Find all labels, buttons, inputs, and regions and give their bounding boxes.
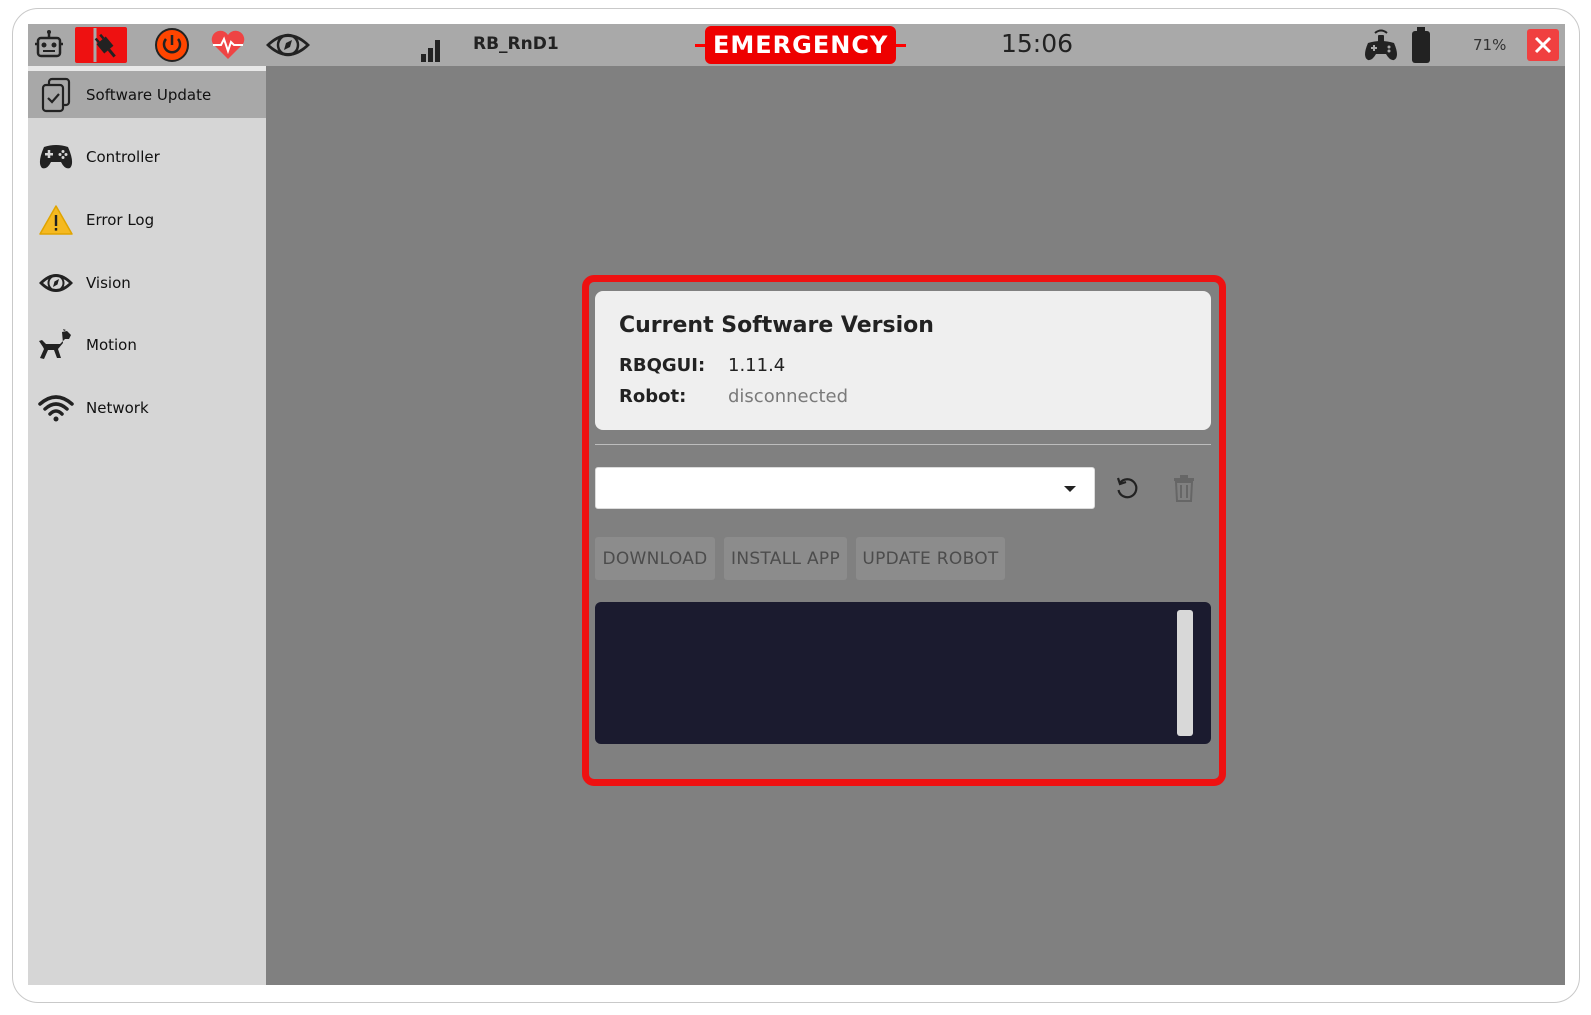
sidebar-item-label: Motion [86,336,137,354]
close-icon [1534,36,1552,54]
refresh-button[interactable] [1111,472,1143,504]
gamepad-icon [38,139,74,175]
divider [595,444,1211,445]
close-button[interactable] [1527,29,1559,61]
app-screen: RB_RnD1 EMERGENCY 15:06 71% Software Upd… [28,24,1565,985]
robot-name: RB_RnD1 [473,34,559,54]
sidebar-item-label: Software Update [86,85,212,104]
version-card-title: Current Software Version [619,313,934,338]
gamepad-status-icon [1362,27,1400,63]
sidebar-item-label: Network [86,399,149,417]
robot-icon[interactable] [32,28,66,62]
software-update-icon [38,77,74,113]
signal-icon [419,36,443,62]
rbqgui-version: 1.11.4 [728,355,786,376]
sidebar-item-network[interactable]: Network [28,382,266,434]
dog-robot-icon [38,327,74,363]
sidebar: Software Update Controller Error Log Vis… [28,66,266,985]
version-select[interactable] [595,467,1095,509]
emergency-indicator[interactable]: EMERGENCY [695,26,907,64]
disconnected-plug-icon[interactable] [75,27,127,63]
sidebar-item-software-update[interactable]: Software Update [28,66,266,118]
emergency-dash-left [695,43,705,47]
heartbeat-icon[interactable] [209,28,247,62]
sidebar-item-controller[interactable]: Controller [28,131,266,183]
wifi-icon [38,390,74,426]
chevron-down-icon [1064,486,1076,492]
battery-percent: 71% [1473,36,1507,54]
warning-icon [38,202,74,238]
update-robot-button[interactable]: UPDATE ROBOT [856,537,1005,580]
emergency-label[interactable]: EMERGENCY [705,26,897,64]
version-card: Current Software Version RBQGUI: 1.11.4 … [595,291,1211,430]
battery-icon [1410,26,1432,64]
install-app-button[interactable]: INSTALL APP [724,537,847,580]
download-button[interactable]: DOWNLOAD [595,537,715,580]
power-icon[interactable] [154,27,190,63]
log-console [595,602,1211,744]
emergency-dash-right [896,43,907,47]
robot-version: disconnected [728,386,849,407]
eye-icon [38,265,74,301]
sidebar-item-label: Controller [86,148,160,166]
top-status-bar: RB_RnD1 EMERGENCY 15:06 71% [28,24,1565,66]
console-scrollbar[interactable] [1177,610,1193,736]
trash-icon [1174,475,1194,502]
vision-eye-icon[interactable] [264,29,312,61]
sidebar-item-motion[interactable]: Motion [28,319,266,371]
sidebar-item-label: Vision [86,274,131,292]
sidebar-item-error-log[interactable]: Error Log [28,194,266,246]
clock: 15:06 [1001,29,1074,58]
robot-label: Robot: [619,386,687,407]
sidebar-item-vision[interactable]: Vision [28,257,266,309]
delete-button[interactable] [1168,472,1200,504]
rbqgui-label: RBQGUI: [619,355,706,376]
sidebar-item-label: Error Log [86,211,155,229]
refresh-icon [1116,477,1138,499]
